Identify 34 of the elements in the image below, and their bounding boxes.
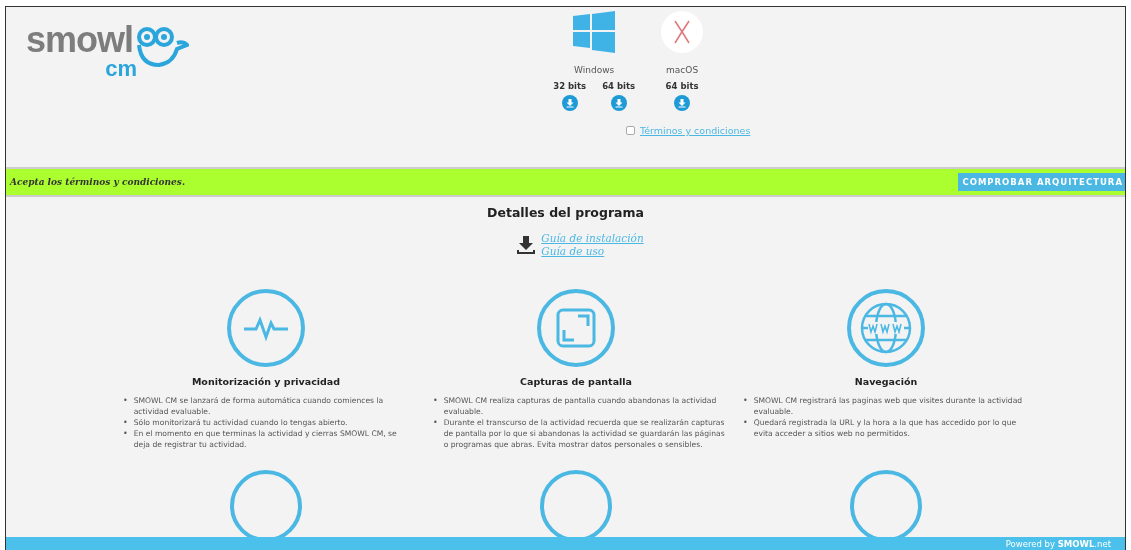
build-label: 64 bits: [602, 81, 636, 91]
logo-wordmark: smowl: [26, 21, 134, 59]
platform-name: Windows: [574, 65, 615, 75]
terms-checkbox[interactable]: [626, 126, 635, 135]
bullet: •: [123, 395, 128, 406]
feature-title: Navegación: [854, 376, 918, 387]
pulse-icon: [226, 288, 306, 368]
bullet: •: [123, 428, 128, 439]
globe-icon: [846, 288, 926, 368]
download-button[interactable]: [674, 95, 691, 111]
feature-title: Capturas de pantalla: [520, 376, 632, 387]
guide-link[interactable]: Guía de uso: [541, 245, 644, 258]
guide-link[interactable]: Guía de instalación: [541, 232, 644, 245]
logo-subtitle: cm: [105, 59, 138, 79]
download-button[interactable]: [561, 95, 578, 111]
build-label: 64 bits: [665, 81, 699, 91]
section-title: Detalles del programa: [487, 205, 644, 220]
platform-name: macOS: [666, 65, 699, 75]
bullet: •: [433, 395, 438, 406]
bullet: •: [743, 395, 748, 406]
bullet: •: [123, 417, 128, 428]
build-label: 32 bits: [553, 81, 587, 91]
footer-credit: Powered by SMOWL.net: [1005, 538, 1111, 549]
bullet: •: [743, 417, 748, 428]
check-architecture-button[interactable]: COMPROBAR ARQUITECTURA: [958, 173, 1125, 191]
apple-x-logo-icon: [661, 11, 704, 53]
terms-link[interactable]: Términos y condiciones: [640, 125, 751, 136]
screenshot-frame-icon: [536, 288, 616, 368]
download-button[interactable]: [610, 95, 627, 111]
windows-logo-icon: [573, 11, 616, 53]
download-icon: [517, 236, 536, 254]
feature-title: Monitorización y privacidad: [191, 376, 341, 387]
bullet: •: [433, 417, 438, 428]
notice-message: Acepta los términos y condiciones.: [8, 177, 185, 187]
